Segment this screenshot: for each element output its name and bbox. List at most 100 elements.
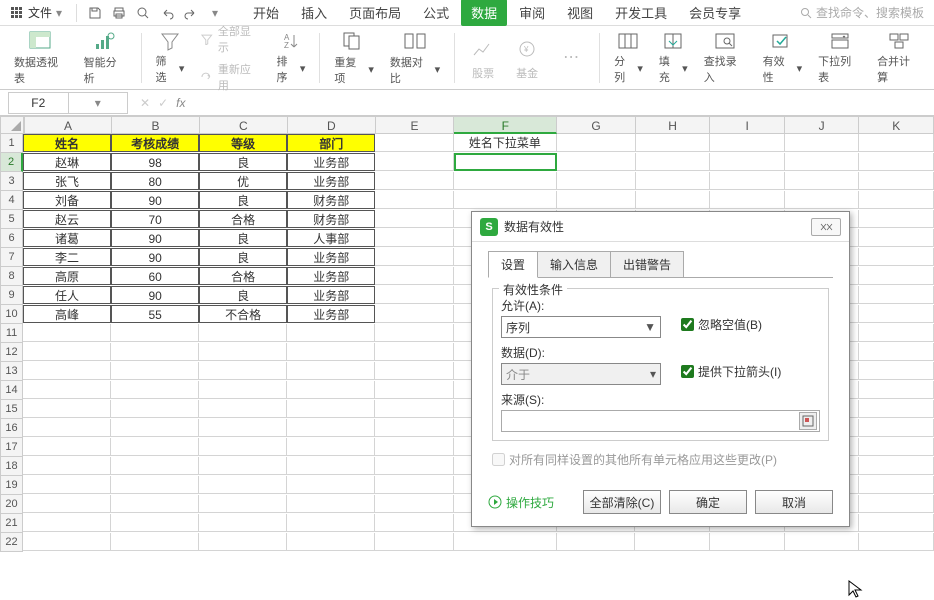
tips-link[interactable]: 操作技巧 — [488, 494, 554, 511]
allow-select[interactable]: 序列 ▼ — [501, 316, 661, 338]
row-header[interactable]: 19 — [0, 476, 23, 495]
cell[interactable]: 合格 — [199, 210, 287, 228]
col-header[interactable]: E — [376, 116, 454, 134]
row-header[interactable]: 10 — [0, 305, 23, 324]
cell[interactable] — [859, 191, 934, 209]
cell[interactable] — [375, 438, 453, 456]
cell[interactable] — [287, 514, 375, 532]
cell[interactable] — [557, 153, 635, 171]
row-header[interactable]: 20 — [0, 495, 23, 514]
cell[interactable]: 人事部 — [287, 229, 375, 247]
cell[interactable]: 业务部 — [287, 305, 375, 323]
cell[interactable]: 98 — [111, 153, 199, 171]
cell[interactable] — [859, 514, 934, 532]
cell[interactable] — [199, 533, 287, 551]
cell[interactable] — [859, 476, 934, 494]
dialog-tab-input[interactable]: 输入信息 — [538, 251, 611, 278]
filter-button[interactable]: 筛选▾ — [150, 30, 191, 86]
reapply-button[interactable]: 重新应用 — [194, 59, 266, 95]
cell[interactable] — [23, 495, 111, 513]
cell[interactable] — [557, 533, 635, 551]
cell[interactable]: 90 — [111, 191, 199, 209]
cell[interactable] — [859, 134, 934, 152]
cell[interactable]: 70 — [111, 210, 199, 228]
row-header[interactable]: 17 — [0, 438, 23, 457]
select-all-corner[interactable] — [0, 116, 24, 134]
cell[interactable] — [785, 533, 860, 551]
cell[interactable] — [375, 210, 453, 228]
cell[interactable] — [23, 324, 111, 342]
row-header[interactable]: 12 — [0, 343, 23, 362]
cell[interactable] — [375, 533, 453, 551]
tab-formula[interactable]: 公式 — [413, 0, 459, 26]
search-box[interactable]: 查找命令、搜索模板 — [800, 4, 924, 21]
cell[interactable]: 刘备 — [23, 191, 111, 209]
fx-icon[interactable]: fx — [176, 96, 185, 110]
cell[interactable] — [859, 438, 934, 456]
row-header[interactable]: 8 — [0, 267, 23, 286]
cell[interactable]: 业务部 — [287, 286, 375, 304]
cell[interactable] — [375, 248, 453, 266]
save-icon[interactable] — [87, 5, 103, 21]
row-header[interactable]: 14 — [0, 381, 23, 400]
cell[interactable] — [23, 400, 111, 418]
cell[interactable] — [111, 343, 199, 361]
cell[interactable] — [375, 191, 453, 209]
cell[interactable] — [287, 343, 375, 361]
cell[interactable]: 张飞 — [23, 172, 111, 190]
tab-data[interactable]: 数据 — [461, 0, 507, 26]
ok-button[interactable]: 确定 — [669, 490, 747, 514]
cell[interactable]: 赵琳 — [23, 153, 111, 171]
preview-icon[interactable] — [135, 5, 151, 21]
cell[interactable] — [375, 400, 453, 418]
undo-icon[interactable] — [159, 5, 175, 21]
cell[interactable] — [375, 286, 453, 304]
cell[interactable] — [635, 533, 710, 551]
cell[interactable] — [636, 153, 711, 171]
cell[interactable] — [111, 533, 199, 551]
cell[interactable] — [23, 381, 111, 399]
cell[interactable]: 姓名 — [23, 134, 111, 152]
cell[interactable] — [785, 172, 860, 190]
cell[interactable]: 业务部 — [287, 248, 375, 266]
stock-button[interactable]: 股票 — [463, 30, 503, 86]
cell[interactable] — [111, 381, 199, 399]
tab-member[interactable]: 会员专享 — [679, 0, 751, 26]
cell[interactable] — [375, 381, 453, 399]
cell[interactable]: 李二 — [23, 248, 111, 266]
cell[interactable] — [859, 419, 934, 437]
cell[interactable]: 合格 — [199, 267, 287, 285]
cell[interactable] — [23, 362, 111, 380]
cell[interactable] — [859, 400, 934, 418]
consolidate-button[interactable]: 合并计算 — [871, 30, 926, 86]
cell[interactable] — [23, 343, 111, 361]
file-menu[interactable]: 文件 ▾ — [0, 1, 72, 25]
cell[interactable] — [375, 172, 453, 190]
tab-review[interactable]: 审阅 — [509, 0, 555, 26]
cell[interactable]: 90 — [111, 229, 199, 247]
cell[interactable]: 等级 — [199, 134, 287, 152]
cell[interactable] — [23, 476, 111, 494]
cell[interactable]: 90 — [111, 286, 199, 304]
cell[interactable]: 财务部 — [287, 191, 375, 209]
formula-input[interactable] — [189, 92, 934, 114]
row-header[interactable]: 11 — [0, 324, 23, 343]
col-header[interactable]: D — [288, 116, 376, 134]
cell[interactable] — [287, 381, 375, 399]
cell[interactable] — [859, 172, 934, 190]
dropdown-arrow-checkbox[interactable]: 提供下拉箭头(I) — [681, 363, 781, 380]
cell[interactable]: 良 — [199, 229, 287, 247]
cell[interactable] — [454, 153, 557, 171]
cell[interactable] — [454, 172, 557, 190]
cell[interactable] — [287, 419, 375, 437]
cell[interactable] — [199, 400, 287, 418]
dropdown-list-button[interactable]: 下拉列表 — [812, 30, 867, 86]
show-all-button[interactable]: 全部显示 — [194, 21, 266, 57]
fill-button[interactable]: 填充▾ — [653, 30, 694, 86]
cell[interactable] — [375, 495, 453, 513]
row-header[interactable]: 5 — [0, 210, 23, 229]
pivot-button[interactable]: 数据透视表 — [8, 30, 74, 86]
source-input[interactable] — [501, 410, 820, 432]
row-header[interactable]: 13 — [0, 362, 23, 381]
more-types-button[interactable]: ⋯ — [551, 30, 591, 86]
